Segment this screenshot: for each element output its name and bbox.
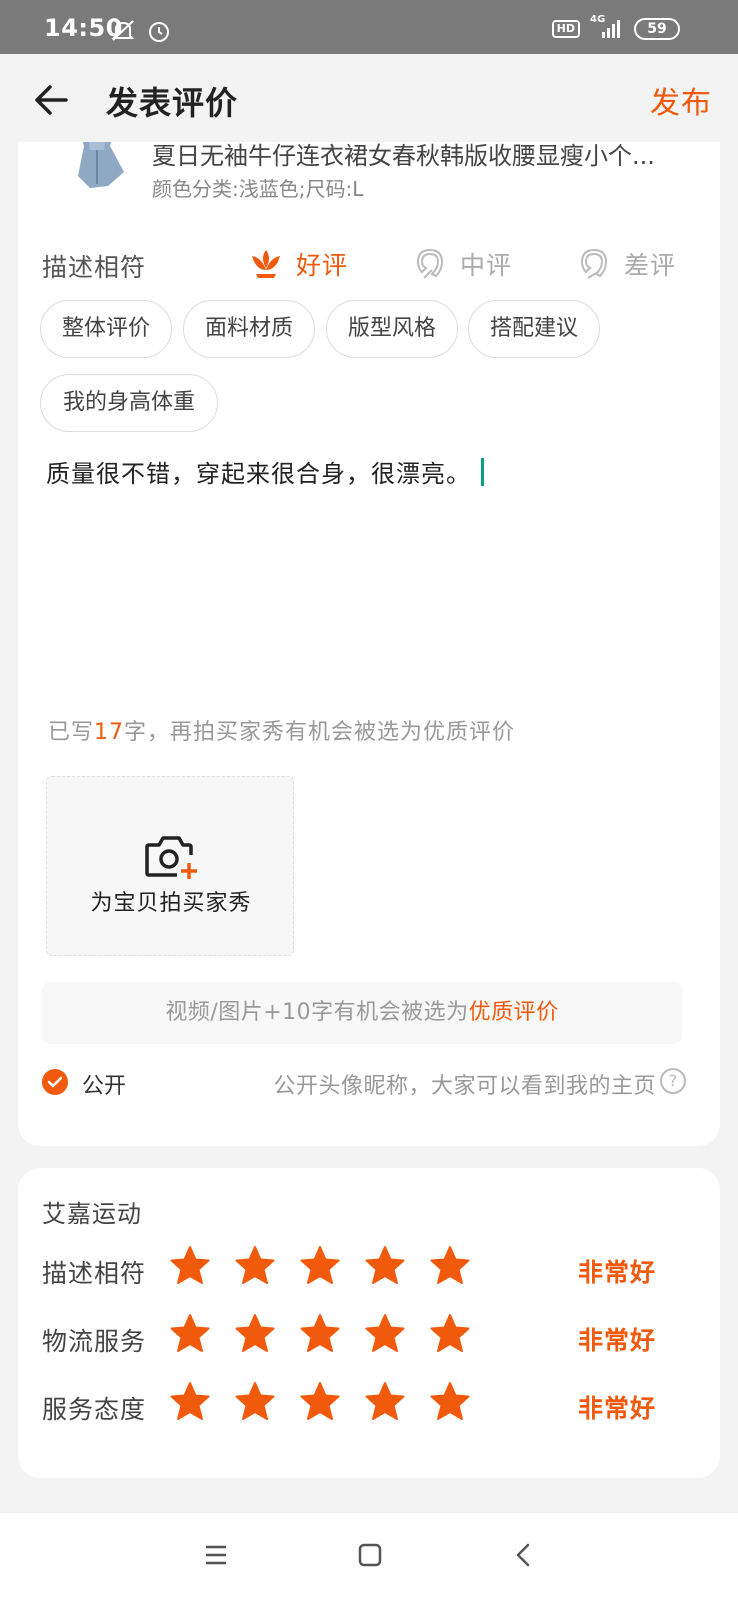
star-icon[interactable] [235, 1312, 275, 1356]
product-spec: 颜色分类:浅蓝色;尺码:L [152, 177, 364, 201]
mute-icon [110, 18, 136, 48]
upload-label: 为宝贝拍买家秀 [90, 891, 252, 916]
star-icon[interactable] [170, 1312, 210, 1356]
score-row-description: 描述相符 非常好 [42, 1244, 702, 1294]
star-icon[interactable] [300, 1244, 340, 1288]
publish-button[interactable]: 发布 [650, 78, 712, 122]
sad-face-icon [580, 248, 608, 279]
star-icon[interactable] [430, 1244, 470, 1288]
review-text: 质量很不错，穿起来很合身，很漂亮。 [46, 460, 471, 488]
nav-home-button[interactable] [348, 1533, 392, 1577]
score-row-service: 服务态度 非常好 [42, 1380, 702, 1430]
status-bar: 14:50 HD 4G 59 [0, 0, 738, 54]
system-nav-bar [0, 1512, 738, 1600]
star-icon[interactable] [365, 1312, 405, 1356]
tag-fabric[interactable]: 面料材质 [183, 300, 315, 358]
star-rating [170, 1312, 470, 1356]
tag-matching[interactable]: 搭配建议 [468, 300, 600, 358]
signal-icon: 4G [590, 14, 624, 40]
quality-tip-highlight: 优质评价 [468, 1000, 559, 1025]
star-icon[interactable] [170, 1380, 210, 1424]
star-icon[interactable] [430, 1312, 470, 1356]
star-icon[interactable] [365, 1244, 405, 1288]
tag-overall[interactable]: 整体评价 [40, 300, 172, 358]
quality-tip-bar: 视频/图片+10字有机会被选为优质评价 [42, 982, 682, 1044]
text-caret [481, 457, 484, 486]
overall-rating-row: 描述相符 好评 中评 差评 [42, 242, 702, 286]
rating-label: 描述相符 [42, 253, 147, 282]
word-count-hint: 已写17字，再拍买家秀有机会被选为优质评价 [48, 720, 516, 745]
score-text: 非常好 [578, 1394, 657, 1423]
review-card: 夏日无袖牛仔连衣裙女春秋韩版收腰显瘦小个... 颜色分类:浅蓝色;尺码:L 描述… [18, 142, 720, 1146]
rating-neutral-option[interactable]: 中评 [412, 242, 512, 286]
shop-rating-card: 艾嘉运动 描述相符 非常好 物流服务 非常好 服务态度 非常好 [18, 1168, 720, 1478]
score-label: 描述相符 [42, 1259, 147, 1288]
tag-fit-style[interactable]: 版型风格 [326, 300, 458, 358]
star-rating [170, 1380, 470, 1424]
star-rating [170, 1244, 470, 1288]
help-icon[interactable]: ? [660, 1068, 686, 1094]
score-row-logistics: 物流服务 非常好 [42, 1312, 702, 1362]
menu-icon [206, 1545, 226, 1565]
star-icon[interactable] [300, 1380, 340, 1424]
public-note: 公开头像昵称，大家可以看到我的主页 [273, 1074, 656, 1099]
product-thumbnail [50, 142, 140, 192]
public-label: 公开 [82, 1074, 127, 1099]
alarm-icon [146, 18, 172, 48]
battery-indicator: 59 [634, 18, 680, 40]
nav-menu-button[interactable] [194, 1533, 238, 1577]
score-text: 非常好 [578, 1326, 657, 1355]
product-title: 夏日无袖牛仔连衣裙女春秋韩版收腰显瘦小个... [152, 142, 655, 170]
home-square-icon [358, 1543, 382, 1567]
camera-plus-icon [145, 836, 197, 879]
rating-bad-label: 差评 [624, 251, 677, 280]
star-icon[interactable] [235, 1380, 275, 1424]
word-count: 17 [94, 720, 125, 745]
nav-back-button[interactable] [502, 1533, 546, 1577]
score-label: 服务态度 [42, 1395, 147, 1424]
score-text: 非常好 [578, 1258, 657, 1287]
rating-good-label: 好评 [296, 251, 349, 280]
star-icon[interactable] [170, 1244, 210, 1288]
public-checkbox[interactable] [42, 1069, 68, 1095]
shop-name: 艾嘉运动 [42, 1200, 142, 1228]
star-icon[interactable] [430, 1380, 470, 1424]
star-icon[interactable] [235, 1244, 275, 1288]
rating-bad-option[interactable]: 差评 [576, 242, 676, 286]
hd-badge: HD [551, 20, 580, 38]
chevron-left-icon [516, 1543, 530, 1567]
page-title: 发表评价 [106, 84, 239, 122]
top-bar: 发表评价 发布 [0, 54, 738, 144]
upload-photo-button[interactable]: 为宝贝拍买家秀 [46, 776, 294, 956]
review-textarea[interactable]: 质量很不错，穿起来很合身，很漂亮。 [46, 454, 484, 489]
star-icon[interactable] [365, 1380, 405, 1424]
rating-good-option[interactable]: 好评 [248, 242, 348, 286]
star-icon[interactable] [300, 1312, 340, 1356]
tag-height-weight[interactable]: 我的身高体重 [40, 374, 218, 432]
back-button[interactable] [30, 78, 74, 122]
neutral-face-icon [416, 248, 444, 279]
flower-icon [252, 250, 280, 278]
check-icon [47, 1076, 63, 1088]
arrow-left-icon [35, 85, 68, 115]
score-label: 物流服务 [42, 1327, 147, 1356]
rating-neutral-label: 中评 [460, 251, 513, 280]
public-toggle-row[interactable]: 公开 公开头像昵称，大家可以看到我的主页 ? [42, 1068, 686, 1102]
